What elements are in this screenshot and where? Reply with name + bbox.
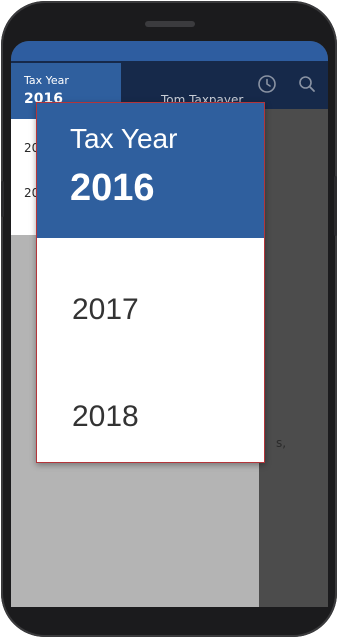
picker-header: Tax Year 2016 [37, 103, 264, 238]
picker-selected-year[interactable]: 2016 [70, 167, 155, 210]
background-text-fragment: s, [276, 436, 287, 450]
phone-frame: Tom Taxpayer s, Tax Year 2016 20 20 Tax … [1, 1, 337, 637]
year-option-2018[interactable]: 2018 [72, 400, 139, 434]
search-icon[interactable] [296, 73, 318, 95]
background-menu-label: Tax Year [24, 74, 69, 87]
speaker-grille [145, 21, 195, 27]
power-button [334, 176, 337, 236]
clock-icon[interactable] [256, 73, 278, 95]
year-option-2017[interactable]: 2017 [72, 293, 139, 327]
volume-button [1, 181, 4, 217]
status-bar [11, 41, 328, 61]
picker-header-label: Tax Year [70, 123, 178, 154]
dimmed-side-panel [259, 109, 328, 607]
tax-year-picker: Tax Year 2016 2017 2018 [36, 102, 265, 463]
